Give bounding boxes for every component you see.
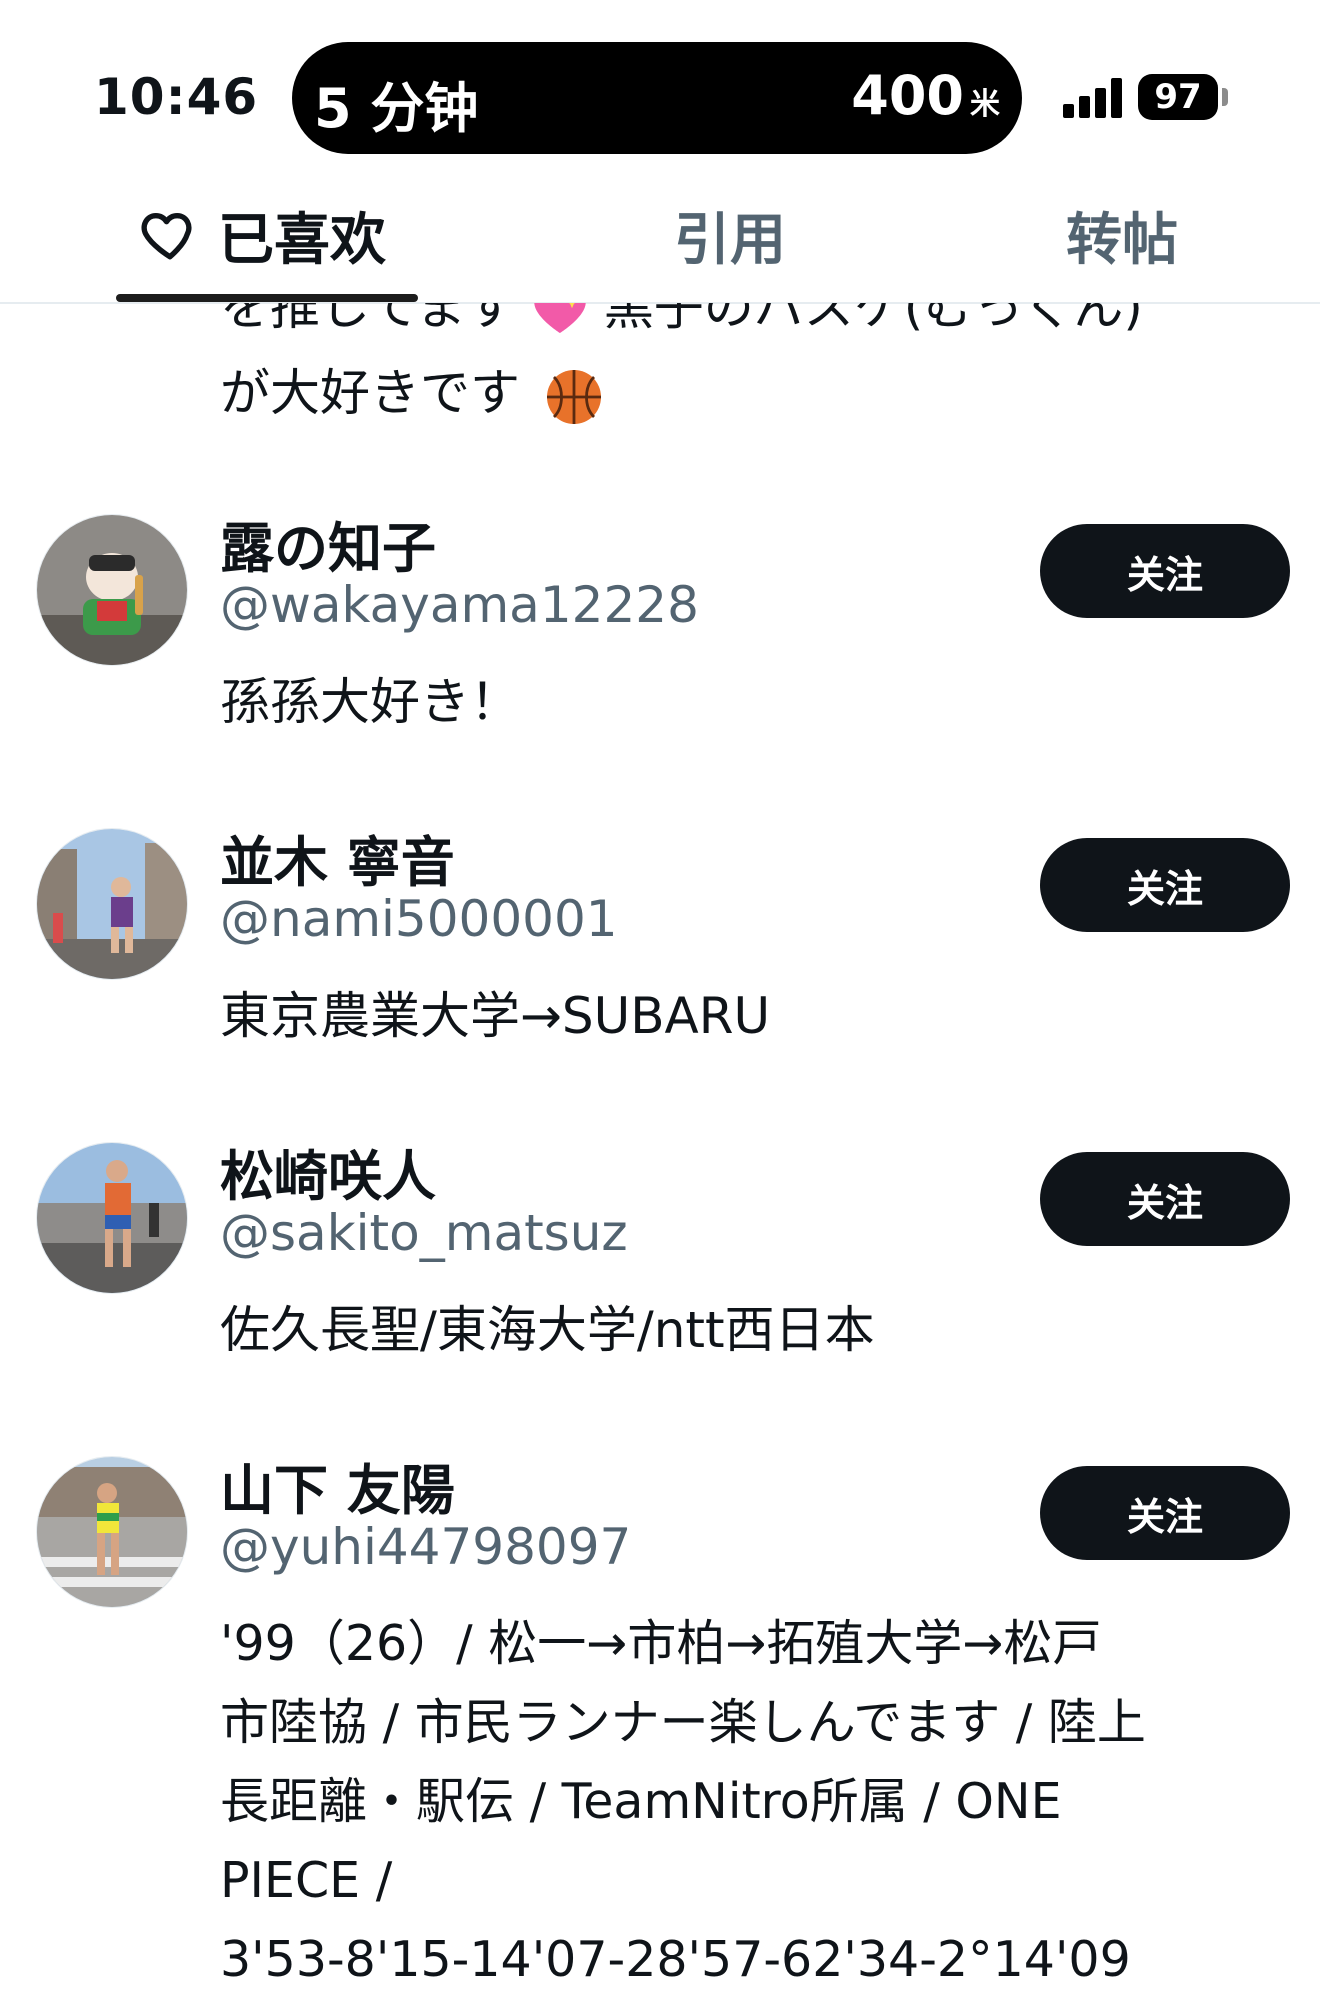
avatar[interactable] — [36, 514, 188, 666]
previous-bio-line-1: を推してます 黒子のバスケ(むっくん) — [220, 303, 1143, 339]
user-bio: 東京農業大学→SUBARU — [220, 987, 771, 1045]
avatar[interactable] — [36, 1456, 188, 1608]
user-name[interactable]: 露の知子 — [220, 504, 436, 583]
previous-bio-text-2: が大好きです — [220, 364, 520, 422]
previous-bio-line-2: が大好きです — [220, 353, 604, 427]
avatar-image — [37, 1143, 187, 1293]
live-activity-duration: 5 分钟 — [314, 77, 479, 140]
follow-button[interactable]: 关注 — [1040, 838, 1290, 932]
user-name[interactable]: 並木 寧音 — [220, 818, 455, 897]
live-activity-distance-value: 400 — [851, 64, 964, 127]
battery-level: 97 — [1154, 77, 1202, 117]
tab-quotes-label: 引用 — [674, 207, 786, 273]
user-handle[interactable]: @yuhi44798097 — [220, 1518, 631, 1576]
battery-cap — [1222, 88, 1228, 106]
heart-icon — [141, 213, 192, 260]
status-bar: 10:46 5 分钟 400 米 97 — [0, 0, 1320, 170]
tab-liked[interactable]: 已喜欢 — [138, 170, 386, 300]
follow-button[interactable]: 关注 — [1040, 1466, 1290, 1560]
avatar-image — [37, 829, 187, 979]
follow-button[interactable]: 关注 — [1040, 524, 1290, 618]
user-bio-line: 市陸協 / 市民ランナー楽しんでます / 陸上 — [220, 1694, 1146, 1751]
user-name[interactable]: 山下 友陽 — [220, 1446, 455, 1525]
user-bio-line: 長距離・駅伝 / TeamNitro所属 / ONE — [220, 1773, 1062, 1830]
previous-user-bio: を推してます 黒子のバスケ(むっくん) が大好きです — [0, 303, 1320, 433]
user-handle[interactable]: @wakayama12228 — [220, 576, 699, 634]
user-name[interactable]: 松崎咲人 — [220, 1132, 436, 1211]
avatar[interactable] — [36, 828, 188, 980]
avatar-image — [37, 1457, 187, 1607]
tab-quotes[interactable]: 引用 — [674, 170, 786, 300]
user-bio-line: '99（26）/ 松一→市柏→拓殖大学→松戸 — [220, 1615, 1102, 1672]
previous-bio-text-1b: 黒子のバスケ(むっくん) — [603, 303, 1143, 336]
tab-reposts[interactable]: 转帖 — [1066, 170, 1178, 300]
status-time: 10:46 — [94, 68, 259, 126]
avatar[interactable] — [36, 1142, 188, 1294]
avatar-image — [37, 515, 187, 665]
active-tab-indicator — [116, 294, 418, 302]
user-bio: 孫孫大好き！ — [220, 673, 520, 731]
cellular-signal-icon — [1063, 78, 1127, 118]
user-bio-line: PIECE / — [220, 1852, 393, 1909]
basketball-icon — [546, 369, 601, 424]
previous-bio-text-1a: を推してます — [220, 303, 516, 336]
follow-button[interactable]: 关注 — [1040, 1152, 1290, 1246]
user-bio-line: 3'53-8'15-14'07-28'57-62'34-2°14'09 — [220, 1931, 1131, 1988]
sparkling-heart-icon — [534, 303, 586, 333]
battery-icon: 97 — [1138, 74, 1218, 120]
tab-reposts-label: 转帖 — [1066, 207, 1178, 273]
user-bio: 佐久長聖/東海大学/ntt西日本 — [220, 1301, 875, 1359]
tab-liked-label: 已喜欢 — [218, 207, 386, 273]
live-activity-pill[interactable]: 5 分钟 400 米 — [292, 42, 1022, 154]
user-handle[interactable]: @sakito_matsuz — [220, 1204, 628, 1262]
user-handle[interactable]: @nami5000001 — [220, 890, 618, 948]
tab-bar: 已喜欢 引用 转帖 — [0, 170, 1320, 304]
user-bio: '99（26）/ 松一→市柏→拓殖大学→松戸 市陸協 / 市民ランナー楽しんでま… — [220, 1604, 1300, 1999]
live-activity-distance: 400 米 — [851, 64, 1000, 127]
live-activity-distance-unit: 米 — [970, 87, 1000, 122]
